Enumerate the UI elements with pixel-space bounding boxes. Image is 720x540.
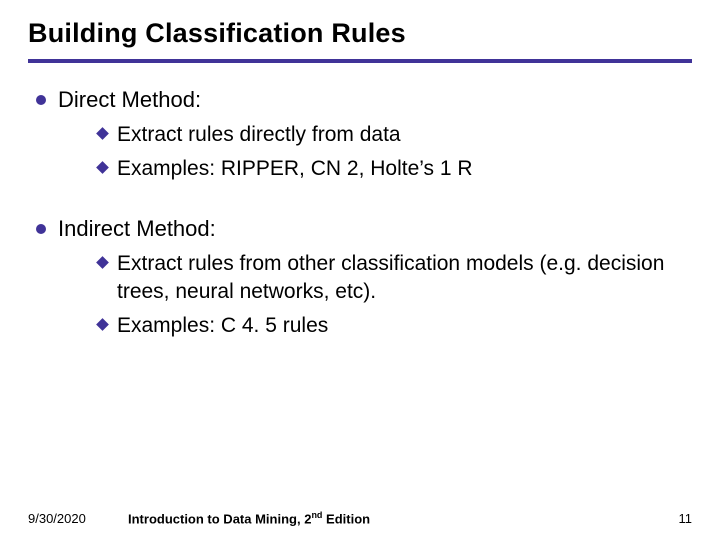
footer-date: 9/30/2020 (28, 511, 128, 526)
footer-book-title: Introduction to Data Mining, 2nd Edition (128, 510, 652, 526)
bullet-direct-method: Direct Method: (36, 87, 692, 113)
slide-title: Building Classification Rules (28, 18, 692, 49)
bullet-dot-icon (36, 224, 46, 234)
list-item: Extract rules directly from data (98, 121, 672, 149)
slide-footer: 9/30/2020 Introduction to Data Mining, 2… (0, 510, 720, 526)
list-item: Examples: C 4. 5 rules (98, 312, 672, 340)
diamond-icon (96, 127, 109, 140)
sub-list-indirect: Extract rules from other classification … (36, 250, 692, 341)
sub-list-direct: Extract rules directly from data Example… (36, 121, 692, 184)
diamond-icon (96, 256, 109, 269)
title-rule (28, 59, 692, 63)
diamond-icon (96, 161, 109, 174)
diamond-icon (96, 319, 109, 332)
bullet-text: Indirect Method: (58, 216, 216, 242)
sub-item-text: Extract rules directly from data (117, 121, 401, 149)
bullet-text: Direct Method: (58, 87, 201, 113)
sub-item-text: Examples: RIPPER, CN 2, Holte’s 1 R (117, 155, 473, 183)
footer-book-prefix: Introduction to Data Mining, 2 (128, 511, 311, 526)
footer-book-ordinal: nd (311, 510, 322, 520)
sub-item-text: Examples: C 4. 5 rules (117, 312, 328, 340)
sub-item-text: Extract rules from other classification … (117, 250, 672, 307)
footer-book-suffix: Edition (322, 511, 370, 526)
list-item: Extract rules from other classification … (98, 250, 672, 307)
list-item: Examples: RIPPER, CN 2, Holte’s 1 R (98, 155, 672, 183)
bullet-dot-icon (36, 95, 46, 105)
slide-content: Direct Method: Extract rules directly fr… (28, 87, 692, 341)
footer-page-number: 11 (652, 511, 692, 526)
bullet-indirect-method: Indirect Method: (36, 216, 692, 242)
